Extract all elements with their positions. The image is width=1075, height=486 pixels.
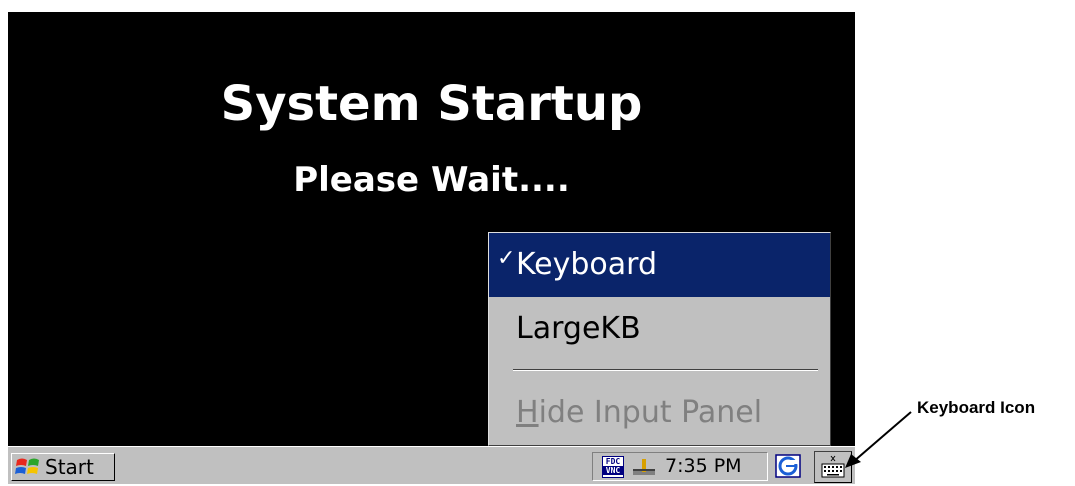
- windows-logo-icon: [15, 458, 39, 474]
- annotation-arrow-icon: [845, 411, 912, 468]
- menu-item-largekb[interactable]: LargeKB: [489, 297, 830, 361]
- menu-item-label: ide Input Panel: [538, 395, 763, 430]
- menu-item-hide-input-panel[interactable]: Hide Input Panel: [489, 381, 830, 445]
- network-icon[interactable]: [631, 457, 657, 477]
- annotation-label: Keyboard Icon: [917, 398, 1036, 417]
- checkmark-icon: ✓: [497, 246, 516, 271]
- menu-item-keyboard[interactable]: ✓ Keyboard: [489, 233, 830, 297]
- start-label: Start: [45, 455, 94, 479]
- desktop-icon[interactable]: [772, 452, 806, 481]
- startup-subtitle: Please Wait....: [293, 160, 570, 200]
- start-button[interactable]: Start: [11, 453, 115, 481]
- clock[interactable]: 7:35 PM: [665, 453, 742, 480]
- menu-item-label: LargeKB: [516, 311, 641, 346]
- taskbar: Start FDC VNC 7:35 PM: [8, 446, 855, 484]
- input-panel-menu: ✓ Keyboard LargeKB Hide Input Panel: [488, 232, 831, 446]
- vnc-icon[interactable]: FDC VNC: [602, 456, 624, 478]
- menu-item-label: Keyboard: [516, 247, 658, 282]
- system-tray: FDC VNC 7:35 PM: [592, 452, 768, 481]
- startup-title: System Startup: [220, 76, 643, 132]
- vnc-icon-label-bottom: VNC: [603, 466, 623, 475]
- menu-item-accelerator: H: [516, 395, 539, 430]
- vnc-icon-label-top: FDC: [605, 457, 621, 466]
- menu-separator: [513, 369, 818, 371]
